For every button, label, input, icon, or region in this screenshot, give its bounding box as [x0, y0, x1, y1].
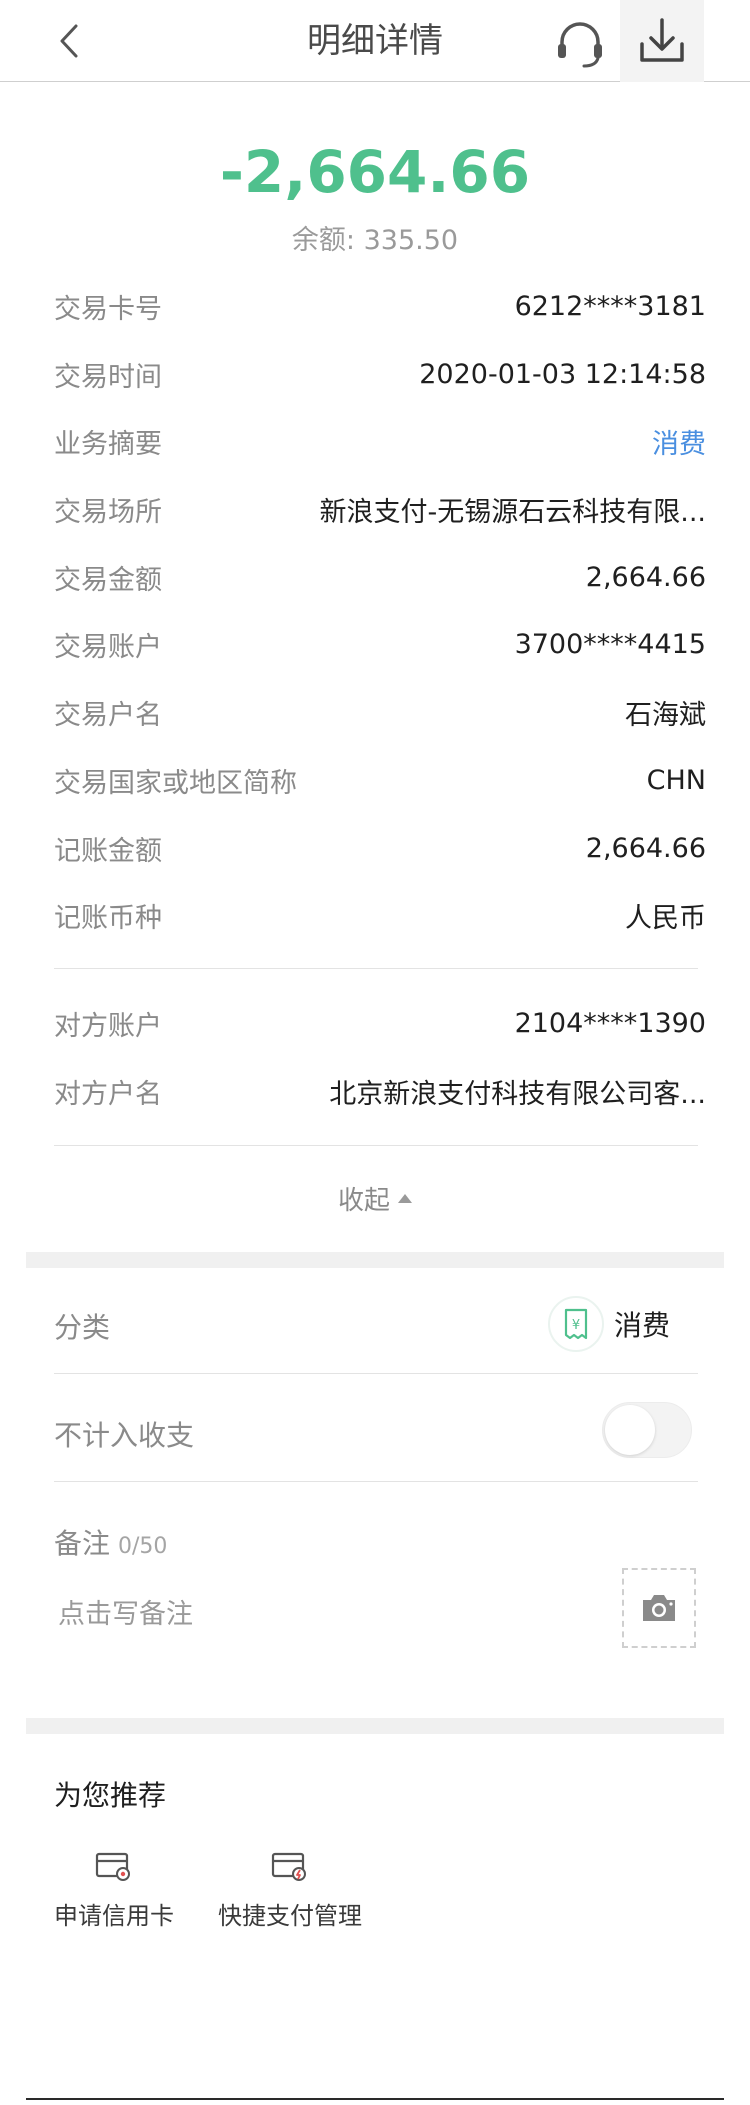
- detail-row-summary: 业务摘要 消费: [54, 411, 706, 471]
- camera-icon: [643, 1595, 675, 1621]
- detail-label: 对方户名: [54, 1078, 162, 1110]
- category-label: 分类: [54, 1311, 111, 1344]
- detail-value: 人民币: [625, 902, 706, 934]
- divider: [54, 1481, 698, 1482]
- home-indicator-line: [26, 2098, 724, 2100]
- rec-item-label: 快捷支付管理: [218, 1902, 362, 1930]
- detail-value: 6212****3181: [514, 290, 706, 322]
- transaction-amount: -2,664.66: [219, 138, 531, 206]
- detail-row-currency: 记账币种 人民币: [54, 885, 706, 945]
- category-selector[interactable]: ¥: [548, 1296, 604, 1352]
- detail-label: 交易卡号: [54, 293, 162, 325]
- category-value[interactable]: 消费: [614, 1304, 670, 1344]
- section-separator: [26, 1718, 724, 1734]
- caret-up-icon: [398, 1193, 412, 1203]
- divider: [54, 968, 698, 969]
- summary-link[interactable]: 消费: [652, 422, 706, 461]
- credit-card-add-icon: [95, 1852, 130, 1881]
- detail-value: 2,664.66: [585, 832, 706, 864]
- recommend-title: 为您推荐: [54, 1779, 167, 1812]
- back-button[interactable]: [48, 16, 98, 66]
- toggle-knob: [605, 1405, 655, 1455]
- detail-value: 2,664.66: [585, 561, 706, 593]
- detail-value: 北京新浪支付科技有限公司客...: [329, 1078, 706, 1110]
- note-label: 备注: [54, 1527, 111, 1560]
- detail-label: 交易账户: [54, 631, 162, 663]
- download-button[interactable]: [620, 0, 704, 82]
- detail-row-posted-amount: 记账金额 2,664.66: [54, 818, 706, 878]
- detail-label: 记账金额: [54, 835, 162, 867]
- top-nav-bar: 明细详情: [0, 0, 750, 82]
- note-char-count: 0/50: [118, 1534, 168, 1559]
- detail-label: 交易户名: [54, 699, 162, 731]
- detail-row-account-name: 交易户名 石海斌: [54, 682, 706, 742]
- balance-text: 余额: 335.50: [291, 225, 459, 256]
- detail-value: 新浪支付-无锡源石云科技有限...: [319, 496, 707, 528]
- download-icon: [640, 18, 684, 62]
- detail-label: 记账币种: [54, 902, 162, 934]
- detail-row-counterparty-account: 对方账户 2104****1390: [54, 993, 706, 1053]
- detail-label: 业务摘要: [54, 428, 162, 460]
- card-lightning-icon: [271, 1852, 306, 1881]
- chevron-left-icon: [60, 24, 78, 58]
- collapse-label: 收起: [337, 1185, 390, 1216]
- rec-item-label: 申请信用卡: [54, 1902, 174, 1930]
- note-label-group: 备注 0/50: [54, 1522, 167, 1562]
- detail-row-counterparty-name: 对方户名 北京新浪支付科技有限公司客...: [54, 1061, 706, 1121]
- svg-text:¥: ¥: [572, 1318, 580, 1333]
- detail-label: 交易场所: [54, 496, 162, 528]
- customer-service-button[interactable]: [552, 16, 608, 72]
- detail-value: 2104****1390: [514, 1007, 706, 1039]
- exclude-toggle[interactable]: [602, 1402, 692, 1458]
- divider: [54, 1145, 698, 1146]
- detail-value: 2020-01-03 12:14:58: [419, 358, 706, 390]
- quick-pay-management-button[interactable]: 快捷支付管理: [218, 1846, 362, 1931]
- section-separator: [26, 1252, 724, 1268]
- note-input[interactable]: [58, 1592, 578, 1636]
- add-photo-button[interactable]: [622, 1568, 696, 1648]
- detail-value: CHN: [646, 764, 706, 796]
- exclude-label: 不计入收支: [54, 1419, 195, 1452]
- detail-value: 3700****4415: [514, 628, 706, 660]
- detail-label: 交易时间: [54, 361, 162, 393]
- divider: [54, 1373, 698, 1374]
- detail-label: 交易金额: [54, 564, 162, 596]
- collapse-toggle[interactable]: 收起: [0, 1178, 750, 1218]
- receipt-yuan-icon: ¥: [564, 1308, 588, 1340]
- detail-value: 石海斌: [625, 699, 706, 731]
- detail-row-merchant: 交易场所 新浪支付-无锡源石云科技有限...: [54, 479, 706, 539]
- headset-icon: [558, 22, 602, 68]
- detail-label: 对方账户: [54, 1010, 162, 1042]
- detail-row-time: 交易时间 2020-01-03 12:14:58: [54, 344, 706, 404]
- detail-label: 交易国家或地区简称: [54, 767, 297, 799]
- detail-row-account: 交易账户 3700****4415: [54, 614, 706, 674]
- apply-credit-card-button[interactable]: 申请信用卡: [54, 1846, 174, 1931]
- detail-row-country: 交易国家或地区简称 CHN: [54, 750, 706, 810]
- detail-row-amount: 交易金额 2,664.66: [54, 547, 706, 607]
- detail-row-card-number: 交易卡号 6212****3181: [54, 276, 706, 336]
